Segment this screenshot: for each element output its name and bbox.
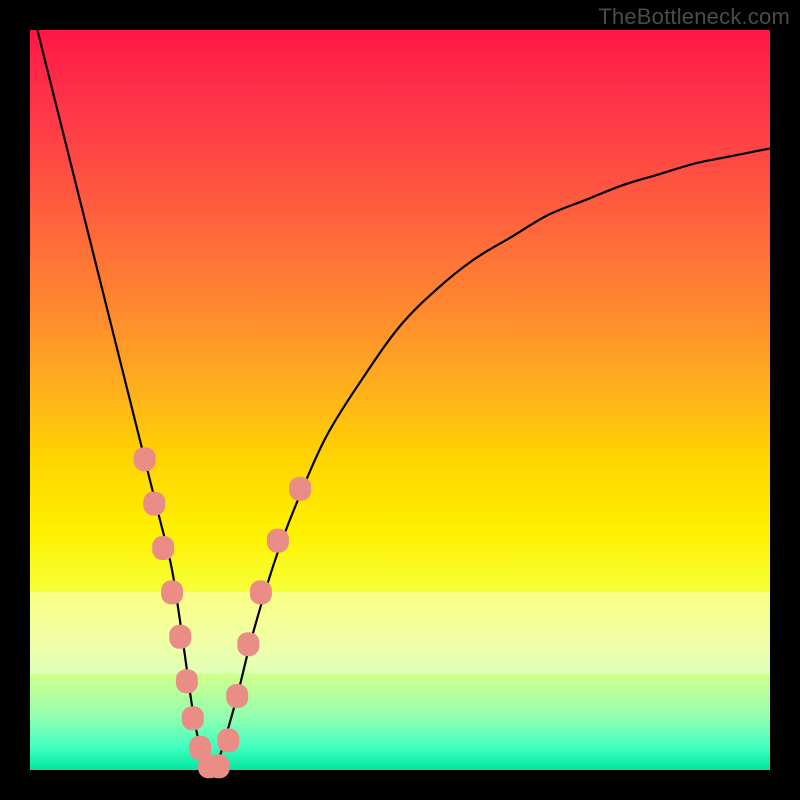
marker-dot [208,754,230,778]
marker-dot [176,669,198,693]
marker-dot [169,625,191,649]
chart-overlay [30,30,770,770]
marker-dot [143,492,165,516]
plot-area [30,30,770,770]
marker-dot [289,477,311,501]
marker-dot [182,706,204,730]
marker-dot [152,536,174,560]
marker-dot [134,447,156,471]
marker-dot [250,580,272,604]
bottleneck-curve [37,30,770,773]
marker-dot [267,529,289,553]
chart-frame: TheBottleneck.com [0,0,800,800]
marker-dot [161,580,183,604]
marker-dot [226,684,248,708]
watermark-text: TheBottleneck.com [598,4,790,30]
highlighted-points [134,447,311,778]
marker-dot [237,632,259,656]
marker-dot [217,728,239,752]
